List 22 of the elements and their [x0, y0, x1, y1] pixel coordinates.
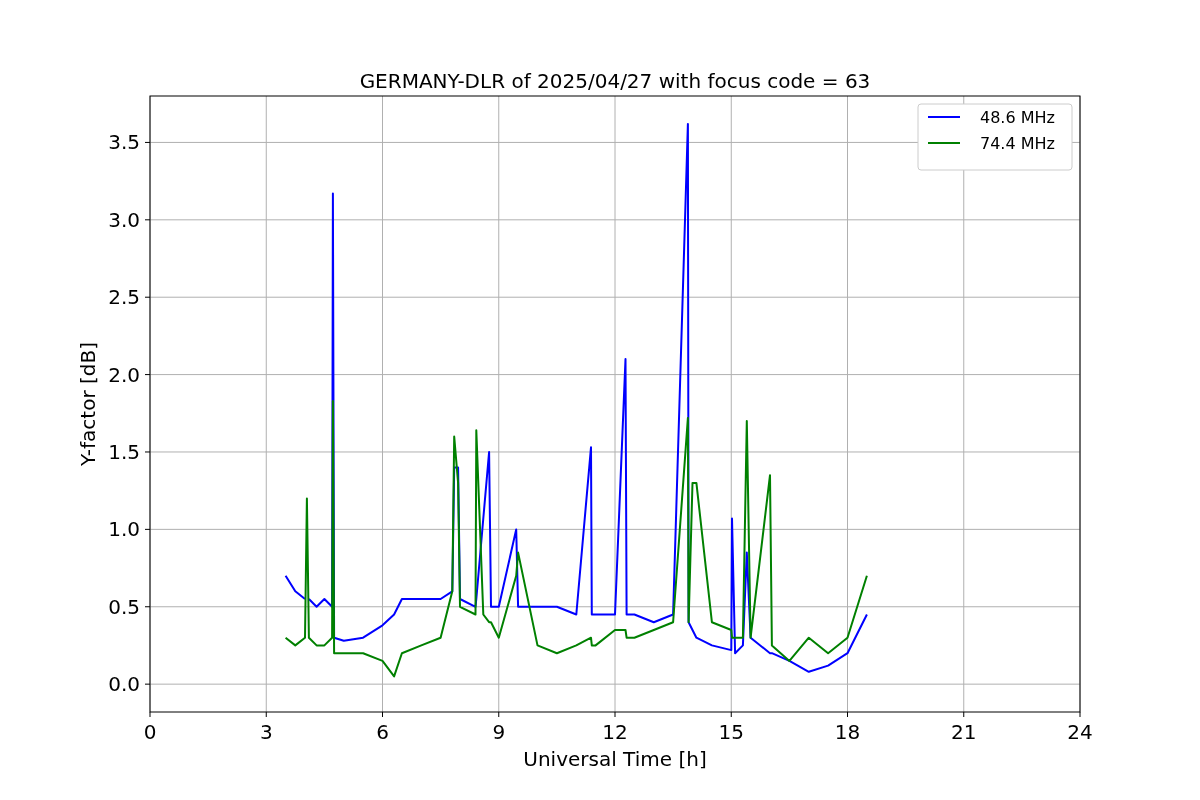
y-tick-label: 0.0 — [108, 672, 140, 697]
y-tick-label: 3.0 — [108, 207, 140, 232]
x-tick-label: 24 — [1067, 720, 1093, 744]
x-tick-label: 15 — [718, 720, 744, 744]
legend-label: 48.6 MHz — [980, 108, 1055, 127]
x-axis-label: Universal Time [h] — [523, 747, 707, 771]
y-tick-label: 2.0 — [108, 362, 140, 387]
x-tick-label: 3 — [259, 720, 273, 744]
y-tick-label: 0.5 — [108, 594, 140, 619]
x-tick-label: 21 — [951, 720, 977, 744]
y-tick-label: 1.0 — [108, 517, 140, 542]
x-tick-label: 0 — [143, 720, 157, 744]
y-tick-label: 3.5 — [108, 130, 140, 155]
y-tick-label: 1.5 — [108, 440, 140, 464]
x-tick-label: 6 — [376, 720, 389, 744]
x-tick-label: 18 — [834, 720, 861, 744]
y-tick-label: 2.5 — [108, 285, 140, 310]
x-tick-label: 12 — [602, 720, 628, 744]
chart-title: GERMANY-DLR of 2025/04/27 with focus code = 63 — [359, 69, 871, 93]
x-tick-label: 9 — [492, 720, 506, 744]
legend-label: 74.4 MHz — [980, 134, 1055, 153]
y-axis-label: Y-factor [dB] — [76, 342, 100, 466]
